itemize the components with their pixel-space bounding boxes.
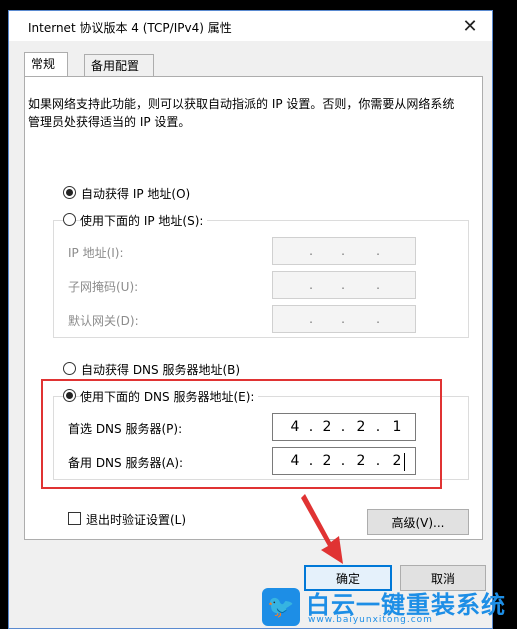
- title-bar: Internet 协议版本 4 (TCP/IPv4) 属性 ✕: [9, 11, 492, 41]
- bird-logo-icon: 🐦: [262, 588, 300, 626]
- ip-address-field[interactable]: ...: [272, 237, 416, 265]
- subnet-mask-field[interactable]: ...: [272, 271, 416, 299]
- alternate-dns-label: 备用 DNS 服务器(A):: [68, 456, 184, 470]
- tab-general[interactable]: 常规: [24, 52, 68, 76]
- preferred-dns-label: 首选 DNS 服务器(P):: [68, 422, 183, 436]
- manual-dns-label: 使用下面的 DNS 服务器地址(E):: [80, 388, 259, 405]
- tab-alternate-config[interactable]: 备用配置: [84, 54, 154, 76]
- description-text: 如果网络支持此功能，则可以获取自动指派的 IP 设置。否则，你需要从网络系统管理…: [28, 97, 455, 129]
- validate-on-exit-checkbox[interactable]: [68, 512, 81, 525]
- brand-watermark: 🐦 白云一键重装系统 www.baiyunxitong.com: [262, 586, 517, 629]
- window-title: Internet 协议版本 4 (TCP/IPv4) 属性: [28, 21, 232, 35]
- alternate-dns-field[interactable]: 4 . 2 . 2 . 2: [272, 447, 416, 475]
- auto-dns-label: 自动获得 DNS 服务器地址(B): [81, 363, 241, 377]
- validate-on-exit-label: 退出时验证设置(L): [86, 513, 187, 527]
- radio-manual-dns[interactable]: [63, 389, 76, 402]
- text-cursor: [404, 453, 405, 471]
- brand-url: www.baiyunxitong.com: [308, 615, 433, 625]
- radio-auto-dns[interactable]: [63, 362, 76, 375]
- radio-auto-ip[interactable]: [63, 186, 76, 199]
- gateway-field[interactable]: ...: [272, 305, 416, 333]
- auto-ip-label: 自动获得 IP 地址(O): [81, 187, 191, 201]
- preferred-dns-field[interactable]: 4 . 2 . 2 . 1: [272, 413, 416, 441]
- pointer-arrow-icon: [301, 494, 343, 564]
- manual-ip-label: 使用下面的 IP 地址(S):: [80, 212, 208, 229]
- subnet-mask-label: 子网掩码(U):: [68, 280, 139, 294]
- radio-manual-ip[interactable]: [63, 213, 76, 226]
- gateway-label: 默认网关(D):: [68, 314, 139, 328]
- advanced-button[interactable]: 高级(V)...: [367, 509, 469, 535]
- ip-address-label: IP 地址(I):: [68, 246, 124, 260]
- close-icon[interactable]: ✕: [448, 11, 492, 41]
